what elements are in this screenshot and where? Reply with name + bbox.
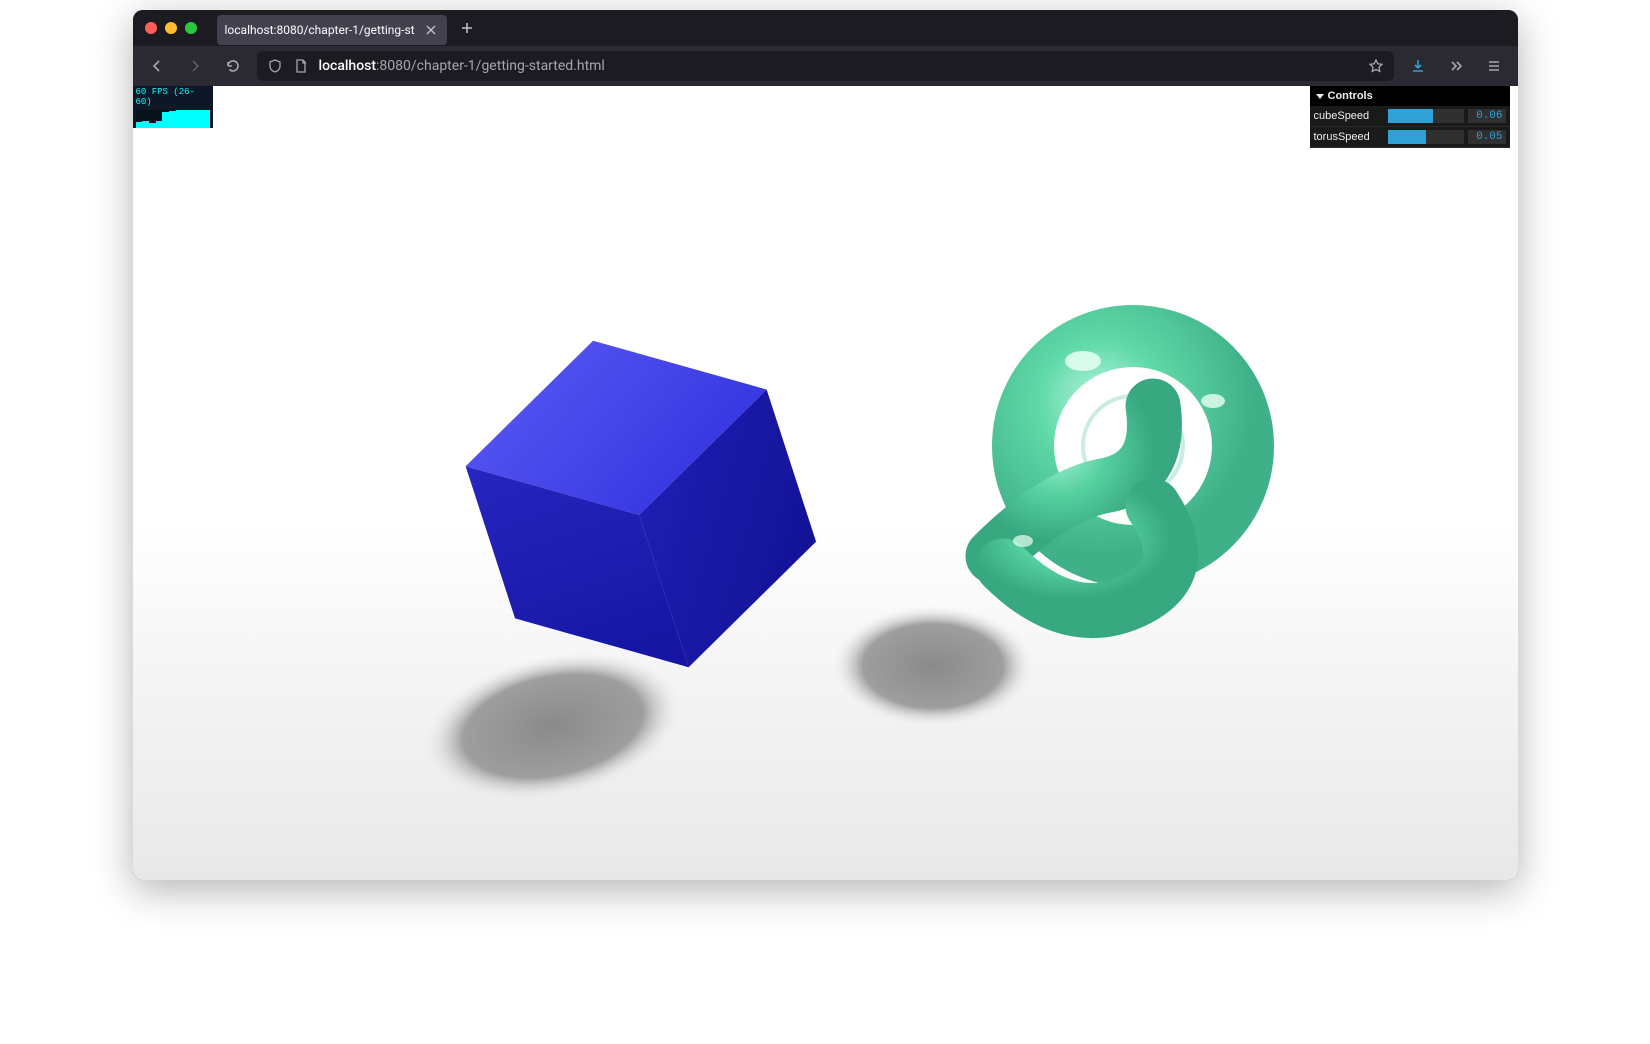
url-host: localhost	[319, 58, 377, 74]
reload-icon	[225, 58, 241, 74]
cube-shadow	[411, 631, 694, 822]
threejs-canvas[interactable]	[133, 86, 1518, 880]
arrow-left-icon	[149, 58, 165, 74]
titlebar: localhost:8080/chapter-1/getting-st	[133, 10, 1518, 46]
tab-strip: localhost:8080/chapter-1/getting-st	[217, 10, 481, 46]
url-text: localhost:8080/chapter-1/getting-started…	[319, 58, 1358, 74]
maximize-window-button[interactable]	[185, 22, 197, 34]
plus-icon	[459, 20, 475, 36]
torus-knot-mesh	[993, 336, 1243, 611]
toolbar: localhost:8080/chapter-1/getting-started…	[133, 46, 1518, 86]
url-path: :8080/chapter-1/getting-started.html	[376, 58, 605, 74]
cubespeed-value-input[interactable]: 0.06	[1468, 109, 1506, 123]
stats-graph	[136, 110, 210, 128]
controls-title: Controls	[1328, 90, 1373, 102]
cube-mesh	[440, 294, 840, 713]
control-label: cubeSpeed	[1314, 110, 1384, 122]
forward-button[interactable]	[181, 52, 209, 80]
slider-fill	[1388, 109, 1434, 123]
close-window-button[interactable]	[145, 22, 157, 34]
menu-button[interactable]	[1480, 52, 1508, 80]
bookmark-button[interactable]	[1368, 58, 1384, 74]
control-label: torusSpeed	[1314, 131, 1384, 143]
control-row-torusspeed: torusSpeed 0.05	[1310, 127, 1510, 148]
chevron-down-icon	[1316, 94, 1324, 99]
controls-header[interactable]: Controls	[1310, 86, 1510, 106]
torus-shadow	[833, 606, 1033, 726]
hamburger-icon	[1486, 58, 1502, 74]
page-viewport[interactable]: 60 FPS (26-60) Controls c	[133, 86, 1518, 880]
reload-button[interactable]	[219, 52, 247, 80]
download-icon	[1410, 58, 1426, 74]
browser-window: localhost:8080/chapter-1/getting-st	[133, 10, 1518, 880]
controls-panel: Controls cubeSpeed 0.06 torusSpeed 0.05	[1310, 86, 1510, 148]
page-icon	[293, 58, 309, 74]
new-tab-button[interactable]	[453, 14, 481, 42]
tab-close-button[interactable]	[423, 22, 439, 38]
shield-icon	[267, 58, 283, 74]
address-bar[interactable]: localhost:8080/chapter-1/getting-started…	[257, 51, 1394, 81]
minimize-window-button[interactable]	[165, 22, 177, 34]
overflow-button[interactable]	[1442, 52, 1470, 80]
stats-panel[interactable]: 60 FPS (26-60)	[133, 86, 213, 128]
downloads-button[interactable]	[1404, 52, 1432, 80]
chevron-double-right-icon	[1448, 58, 1464, 74]
tab-title: localhost:8080/chapter-1/getting-st	[225, 23, 415, 37]
arrow-right-icon	[187, 58, 203, 74]
close-icon	[423, 22, 439, 38]
stats-fps-text: 60 FPS (26-60)	[136, 88, 210, 108]
control-row-cubespeed: cubeSpeed 0.06	[1310, 106, 1510, 127]
browser-tab[interactable]: localhost:8080/chapter-1/getting-st	[217, 15, 447, 45]
slider-fill	[1388, 130, 1426, 144]
cubespeed-slider[interactable]	[1388, 109, 1464, 123]
back-button[interactable]	[143, 52, 171, 80]
window-controls	[145, 22, 197, 34]
torusspeed-slider[interactable]	[1388, 130, 1464, 144]
torusspeed-value-input[interactable]: 0.05	[1468, 130, 1506, 144]
star-icon	[1368, 58, 1384, 74]
